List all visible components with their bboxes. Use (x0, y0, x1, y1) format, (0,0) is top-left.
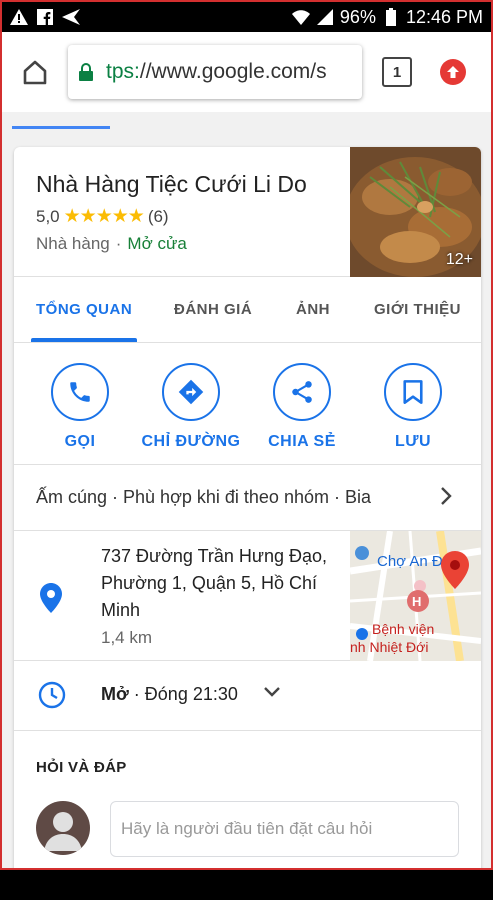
url-scheme: tps: (106, 60, 140, 83)
highlights-text: Ấm cúng · Phù hợp khi đi theo nhóm · Bia (36, 487, 371, 507)
location-pin-icon (40, 583, 62, 613)
bookmark-icon (403, 380, 423, 404)
url-text: //www.google.com/s (139, 60, 327, 83)
avatar (36, 801, 90, 855)
battery-percent: 96% (339, 6, 376, 27)
hours-state: Mở (101, 684, 129, 704)
place-photo[interactable]: 12+ (350, 147, 481, 277)
directions-button[interactable]: CHỈ ĐƯỜNG (141, 363, 241, 451)
lock-icon (79, 63, 93, 81)
update-button[interactable] (440, 59, 466, 85)
clock-time: 12:46 PM (405, 6, 483, 27)
rating-value: 5,0 (36, 206, 60, 226)
browser-toolbar: tps://www.google.com/s 1 (2, 32, 491, 112)
page-content: Nhà Hàng Tiệc Cưới Li Do 5,0 ★★★★★ (6) N… (2, 112, 491, 868)
facebook-icon (36, 8, 54, 26)
clock-icon (38, 681, 66, 709)
tab-count: 1 (392, 63, 402, 81)
chevron-down-icon[interactable] (262, 685, 282, 699)
address-row[interactable]: 737 Đường Trần Hưng Đạo, Phường 1, Quận … (14, 531, 481, 661)
map-label-hospital-1: Bệnh viện (372, 621, 434, 637)
rating-stars: ★★★★★ (63, 206, 145, 227)
action-row: GỌI CHỈ ĐƯỜNG CHIA SẺ LƯU (14, 343, 481, 465)
hours-row[interactable]: Mở · Đóng 21:30 (14, 661, 481, 731)
question-placeholder: Hãy là người đầu tiên đặt câu hỏi (121, 819, 373, 838)
call-button[interactable]: GỌI (30, 363, 130, 451)
status-bar: 96% 12:46 PM (2, 2, 491, 32)
call-label: GỌI (64, 433, 96, 450)
directions-icon (178, 379, 204, 405)
previous-tab-indicator (12, 126, 110, 129)
home-button[interactable] (12, 49, 58, 95)
photo-count: 12+ (445, 251, 473, 268)
open-status: Mở cửa (127, 234, 187, 253)
send-icon (62, 8, 80, 26)
map-thumbnail[interactable]: H Chợ An Đông Bệnh viện nh Nhiệt Đới (350, 531, 481, 661)
share-icon (292, 381, 312, 403)
save-label: LƯU (394, 433, 432, 450)
category-row: Nhà hàng · Mở cửa (36, 234, 187, 253)
directions-label: CHỈ ĐƯỜNG (141, 433, 241, 450)
chevron-right-icon (441, 487, 452, 505)
active-tab-indicator (31, 338, 137, 342)
tab-reviews[interactable]: ĐÁNH GIÁ (174, 301, 252, 318)
place-header: Nhà Hàng Tiệc Cưới Li Do 5,0 ★★★★★ (6) N… (14, 147, 481, 277)
save-button[interactable]: LƯU (363, 363, 463, 451)
category-label: Nhà hàng (36, 234, 110, 253)
place-title: Nhà Hàng Tiệc Cưới Li Do (36, 171, 307, 197)
hours-closing: Đóng 21:30 (144, 684, 238, 704)
phone-icon (70, 382, 90, 402)
qa-heading: HỎI VÀ ĐÁP (36, 759, 127, 776)
review-count: (6) (147, 206, 169, 226)
rating-row[interactable]: 5,0 ★★★★★ (6) (36, 205, 169, 228)
distance-text: 1,4 km (101, 628, 153, 647)
tab-photos[interactable]: ẢNH (296, 301, 330, 318)
arrow-up-icon (447, 66, 459, 78)
signal-icon (316, 8, 334, 26)
place-card: Nhà Hàng Tiệc Cưới Li Do 5,0 ★★★★★ (6) N… (14, 147, 481, 868)
wifi-icon (291, 8, 310, 26)
qa-section: HỎI VÀ ĐÁP Hãy là người đầu tiên đặt câu… (14, 731, 481, 868)
system-nav-bar (0, 868, 493, 900)
map-image: H Chợ An Đông Bệnh viện nh Nhiệt Đới (350, 531, 481, 661)
tab-bar: TỔNG QUAN ĐÁNH GIÁ ẢNH GIỚI THIỆU (14, 277, 481, 343)
share-button[interactable]: CHIA SẺ (252, 363, 352, 451)
tab-overview[interactable]: TỔNG QUAN (36, 301, 132, 318)
address-text: 737 Đường Trần Hưng Đạo, Phường 1, Quận … (101, 546, 328, 620)
highlights-row[interactable]: Ấm cúng · Phù hợp khi đi theo nhóm · Bia (14, 465, 481, 531)
tab-switcher-button[interactable]: 1 (382, 57, 412, 87)
svg-text:H: H (412, 594, 421, 609)
question-input[interactable]: Hãy là người đầu tiên đặt câu hỏi (110, 801, 459, 857)
share-label: CHIA SẺ (268, 433, 336, 450)
battery-icon (382, 8, 400, 26)
warning-icon (10, 8, 28, 26)
home-icon (23, 60, 47, 85)
user-icon (44, 812, 82, 851)
tab-about[interactable]: GIỚI THIỆU (374, 301, 461, 318)
map-label-hospital-2: nh Nhiệt Đới (350, 639, 428, 655)
url-bar[interactable]: tps://www.google.com/s (68, 45, 362, 99)
